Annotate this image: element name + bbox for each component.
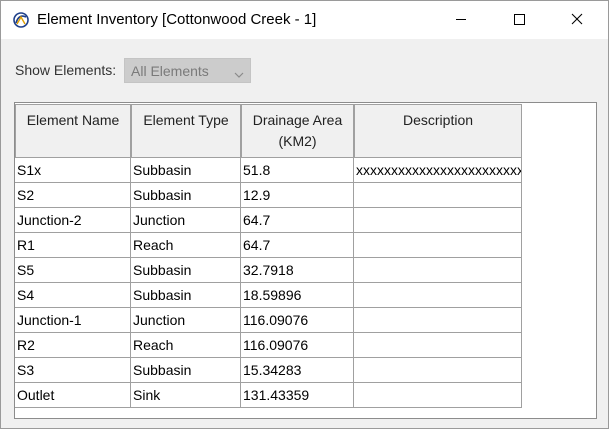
cell-desc[interactable] (354, 208, 522, 233)
column-header-type[interactable]: Element Type (131, 104, 241, 158)
maximize-button[interactable] (496, 1, 542, 39)
cell-desc[interactable]: xxxxxxxxxxxxxxxxxxxxxxxxxxxx (354, 158, 522, 183)
minimize-icon (455, 12, 467, 28)
minimize-button[interactable] (438, 1, 484, 39)
cell-desc[interactable] (354, 233, 522, 258)
close-button[interactable] (554, 1, 600, 39)
cell-name[interactable]: R2 (15, 333, 131, 358)
cell-name[interactable]: S3 (15, 358, 131, 383)
column-header-desc[interactable]: Description (354, 104, 522, 158)
cell-type[interactable]: Subbasin (131, 258, 241, 283)
cell-desc[interactable] (354, 308, 522, 333)
cell-area[interactable]: 64.7 (241, 208, 354, 233)
cell-desc[interactable] (354, 183, 522, 208)
cell-type[interactable]: Subbasin (131, 183, 241, 208)
cell-type[interactable]: Reach (131, 333, 241, 358)
cell-area[interactable]: 18.59896 (241, 283, 354, 308)
window-title: Element Inventory [Cottonwood Creek - 1] (37, 11, 317, 28)
show-elements-label: Show Elements: (15, 62, 117, 78)
cell-name[interactable]: S4 (15, 283, 131, 308)
cell-type[interactable]: Subbasin (131, 358, 241, 383)
cell-area[interactable]: 116.09076 (241, 308, 354, 333)
cell-name[interactable]: Junction-2 (15, 208, 131, 233)
cell-desc[interactable] (354, 258, 522, 283)
close-icon (571, 12, 583, 28)
cell-name[interactable]: S5 (15, 258, 131, 283)
cell-area[interactable]: 51.8 (241, 158, 354, 183)
cell-desc[interactable] (354, 283, 522, 308)
cell-area[interactable]: 15.34283 (241, 358, 354, 383)
cell-area[interactable]: 116.09076 (241, 333, 354, 358)
cell-type[interactable]: Junction (131, 308, 241, 333)
element-inventory-window: Element Inventory [Cottonwood Creek - 1]… (0, 0, 609, 429)
cell-desc[interactable] (354, 333, 522, 358)
cell-area[interactable]: 64.7 (241, 233, 354, 258)
cell-name[interactable]: S2 (15, 183, 131, 208)
cell-name[interactable]: Junction-1 (15, 308, 131, 333)
cell-area[interactable]: 12.9 (241, 183, 354, 208)
column-header-name[interactable]: Element Name (15, 104, 131, 158)
hec-hms-app-icon (13, 12, 29, 28)
chevron-down-icon (234, 66, 244, 82)
cell-desc[interactable] (354, 358, 522, 383)
maximize-icon (513, 12, 525, 28)
show-elements-value: All Elements (131, 63, 209, 79)
cell-desc[interactable] (354, 383, 522, 408)
title-bar[interactable]: Element Inventory [Cottonwood Creek - 1] (1, 1, 608, 39)
cell-type[interactable]: Sink (131, 383, 241, 408)
cell-type[interactable]: Subbasin (131, 158, 241, 183)
element-table: Element Name Element Type Drainage Area (K… (14, 102, 597, 419)
cell-type[interactable]: Junction (131, 208, 241, 233)
cell-area[interactable]: 131.43359 (241, 383, 354, 408)
cell-name[interactable]: S1x (15, 158, 131, 183)
show-elements-select[interactable]: All Elements (124, 58, 251, 83)
cell-type[interactable]: Reach (131, 233, 241, 258)
cell-name[interactable]: Outlet (15, 383, 131, 408)
column-header-area[interactable]: Drainage Area (KM2) (241, 104, 354, 158)
cell-area[interactable]: 32.7918 (241, 258, 354, 283)
cell-type[interactable]: Subbasin (131, 283, 241, 308)
cell-name[interactable]: R1 (15, 233, 131, 258)
